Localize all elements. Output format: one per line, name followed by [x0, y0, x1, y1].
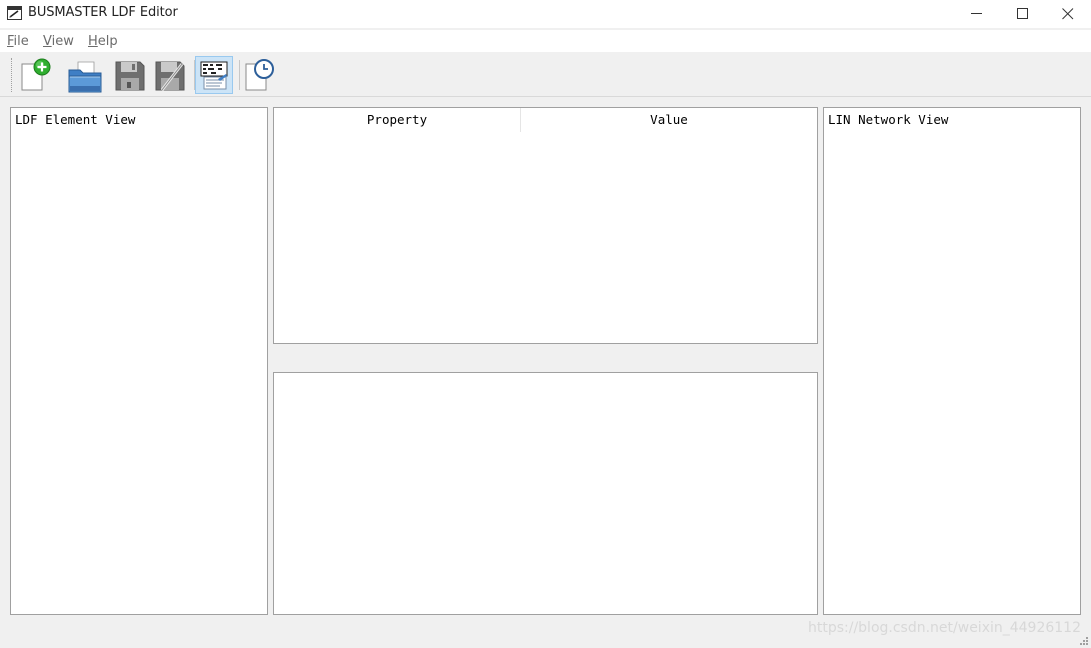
menu-help[interactable]: Help	[88, 34, 118, 49]
window-title: BUSMASTER LDF Editor	[28, 5, 178, 20]
menu-file-label: ile	[13, 34, 29, 49]
ldf-preview-button[interactable]	[195, 56, 233, 94]
close-icon	[1062, 8, 1074, 20]
toolbar-grip[interactable]	[11, 58, 13, 92]
ldf-editor-window: BUSMASTER LDF Editor File View Help LDF …	[0, 0, 1091, 648]
menu-view[interactable]: View	[43, 34, 74, 49]
lin-network-view-title: LIN Network View	[828, 112, 949, 127]
save-icon	[115, 61, 145, 91]
save-as-button[interactable]	[152, 56, 190, 94]
title-bar[interactable]: BUSMASTER LDF Editor	[0, 0, 1091, 28]
toolbar	[0, 54, 1091, 131]
resize-grip-icon[interactable]	[1079, 636, 1089, 646]
save-button[interactable]	[110, 56, 148, 94]
maximize-button[interactable]	[1000, 0, 1046, 28]
value-column-header[interactable]: Value	[521, 108, 817, 132]
open-file-button[interactable]	[66, 56, 104, 94]
menu-view-mnemonic: V	[43, 34, 52, 49]
lin-network-view-panel[interactable]: LIN Network View	[823, 107, 1081, 615]
menu-help-label: elp	[97, 34, 118, 49]
menu-bar: File View Help	[0, 30, 1091, 52]
watermark-text: https://blog.csdn.net/weixin_44926112	[807, 620, 1081, 636]
close-button[interactable]	[1045, 0, 1091, 28]
ldf-element-view-title: LDF Element View	[15, 112, 136, 127]
schedule-button[interactable]	[242, 56, 280, 94]
menu-view-label: iew	[51, 34, 74, 49]
clock-document-icon	[245, 59, 274, 91]
new-document-icon	[21, 58, 51, 91]
new-file-button[interactable]	[18, 56, 56, 94]
ldf-element-view-panel[interactable]: LDF Element View	[10, 107, 268, 615]
minimize-button[interactable]	[954, 0, 1000, 28]
property-column-header[interactable]: Property	[274, 108, 520, 132]
minimize-icon	[971, 13, 982, 14]
app-icon	[7, 6, 22, 20]
detail-panel[interactable]	[273, 372, 818, 615]
menu-file[interactable]: File	[7, 34, 29, 49]
property-grid-panel[interactable]: Property Value	[273, 107, 818, 344]
open-folder-icon	[68, 61, 102, 93]
save-as-icon	[155, 61, 185, 91]
maximize-icon	[1017, 8, 1028, 19]
ldf-preview-icon	[200, 61, 228, 90]
menu-help-mnemonic: H	[88, 34, 98, 49]
toolbar-separator	[239, 60, 240, 90]
